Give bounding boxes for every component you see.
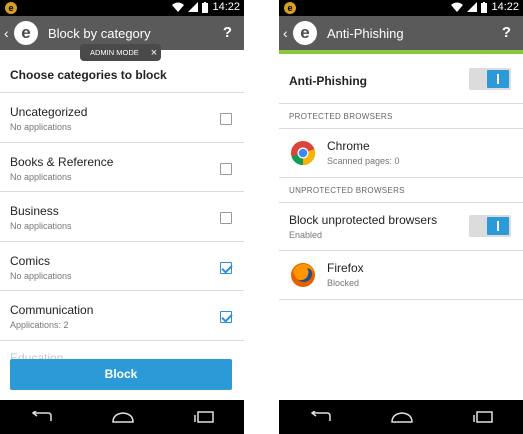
status-bar: e 14:22 bbox=[0, 0, 244, 16]
app-bar: ‹ e Anti-Phishing ? bbox=[279, 16, 523, 50]
help-button[interactable]: ? bbox=[223, 24, 232, 41]
chrome-icon bbox=[291, 141, 316, 166]
block-button[interactable]: Block bbox=[10, 359, 232, 390]
eset-logo[interactable]: e bbox=[14, 21, 38, 45]
back-chevron-icon[interactable]: ‹ bbox=[4, 25, 12, 41]
category-row-comics[interactable]: Comics No applications bbox=[0, 242, 244, 291]
block-unprotected-toggle[interactable] bbox=[469, 215, 511, 237]
nav-bar bbox=[0, 400, 244, 434]
category-row-business[interactable]: Business No applications bbox=[0, 192, 244, 242]
toggle-knob bbox=[487, 217, 509, 235]
anti-phishing-row: Anti-Phishing bbox=[279, 54, 523, 104]
admin-mode-label: ADMIN MODE bbox=[90, 48, 139, 57]
eset-notification-icon: e bbox=[5, 2, 17, 14]
unprotected-browsers-header: UNPROTECTED BROWSERS bbox=[279, 178, 523, 203]
battery-icon bbox=[202, 1, 209, 13]
wifi-icon bbox=[451, 2, 464, 12]
category-checkbox[interactable] bbox=[220, 261, 232, 274]
admin-mode-badge: ADMIN MODE × bbox=[80, 44, 162, 61]
eset-notification-icon: e bbox=[284, 2, 296, 14]
status-time: 14:22 bbox=[212, 1, 240, 13]
category-checkbox[interactable] bbox=[220, 311, 232, 323]
page-title: Block by category bbox=[48, 25, 151, 41]
category-row-uncategorized[interactable]: Uncategorized No applications bbox=[0, 93, 244, 143]
home-nav-icon[interactable] bbox=[111, 411, 135, 423]
recents-nav-icon[interactable] bbox=[472, 411, 494, 423]
category-sub: No applications bbox=[10, 270, 72, 281]
browser-row-chrome[interactable]: Chrome Scanned pages: 0 bbox=[279, 129, 523, 178]
browser-name: Chrome bbox=[327, 139, 370, 153]
battery-icon bbox=[481, 1, 488, 13]
anti-phishing-toggle[interactable] bbox=[469, 68, 511, 90]
category-sub: No applications bbox=[10, 221, 72, 231]
category-row-communication[interactable]: Communication Applications: 2 bbox=[0, 291, 244, 341]
wifi-icon bbox=[172, 2, 185, 12]
block-by-category-screen: e 14:22 ‹ e Block by category ? ADMIN MO… bbox=[0, 0, 244, 434]
category-sub: Applications: 2 bbox=[10, 320, 69, 330]
help-button[interactable]: ? bbox=[502, 24, 511, 41]
home-nav-icon[interactable] bbox=[390, 411, 414, 423]
page-title: Anti-Phishing bbox=[327, 25, 404, 41]
browser-status: Scanned pages: 0 bbox=[327, 156, 400, 166]
back-nav-icon[interactable] bbox=[308, 411, 332, 423]
category-name: Communication bbox=[10, 303, 94, 317]
status-time: 14:22 bbox=[491, 1, 519, 13]
recents-nav-icon[interactable] bbox=[193, 411, 215, 423]
nav-bar bbox=[279, 400, 523, 434]
category-checkbox[interactable] bbox=[220, 113, 232, 125]
category-row-books-reference[interactable]: Books & Reference No applications bbox=[0, 143, 244, 192]
protected-browsers-header: PROTECTED BROWSERS bbox=[279, 104, 523, 129]
browser-row-firefox[interactable]: Firefox Blocked bbox=[279, 251, 523, 300]
firefox-icon bbox=[291, 263, 315, 287]
category-sub: No applications bbox=[10, 122, 72, 132]
category-name: Books & Reference bbox=[10, 154, 114, 169]
back-nav-icon[interactable] bbox=[29, 411, 53, 423]
eset-logo[interactable]: e bbox=[293, 21, 317, 45]
signal-icon bbox=[467, 2, 478, 12]
category-checkbox[interactable] bbox=[220, 212, 232, 224]
block-unprotected-row: Block unprotected browsers Enabled bbox=[279, 203, 523, 251]
category-checkbox[interactable] bbox=[220, 162, 232, 175]
browser-status: Blocked bbox=[327, 278, 360, 288]
category-sub: No applications bbox=[10, 171, 72, 182]
browser-name: Firefox bbox=[327, 261, 364, 275]
category-name: Comics bbox=[10, 253, 51, 268]
back-chevron-icon[interactable]: ‹ bbox=[283, 25, 291, 41]
toggle-knob bbox=[487, 70, 509, 88]
close-icon[interactable]: × bbox=[151, 47, 157, 59]
anti-phishing-screen: e 14:22 ‹ e Anti-Phishing ? Anti-Phishin… bbox=[279, 0, 523, 434]
category-name: Uncategorized bbox=[10, 105, 88, 119]
signal-icon bbox=[188, 2, 199, 12]
category-name: Business bbox=[10, 204, 59, 218]
status-bar: e 14:22 bbox=[279, 0, 523, 16]
